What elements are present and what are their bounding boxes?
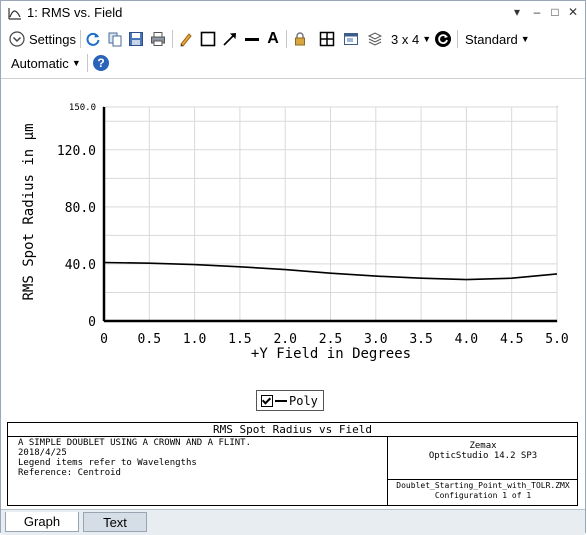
x-tick-label: 4.5 [500,332,523,347]
x-tick-label: 0 [100,332,108,347]
x-tick-label: 5.0 [545,332,568,347]
chart-legend[interactable]: Poly [256,390,324,411]
toolbar-separator [457,30,458,48]
legend-checkbox[interactable] [261,394,273,407]
rotate-icon[interactable] [433,29,453,49]
x-tick-label: 0.5 [138,332,161,347]
chevron-down-icon: ▼ [422,34,432,44]
line-icon[interactable] [242,29,262,49]
info-description: A SIMPLE DOUBLET USING A CROWN AND A FLI… [18,438,251,478]
info-line: Reference: Centroid [18,468,121,478]
toolbar-row-2: Automatic ▼ ? [1,50,585,76]
y-axis-label: RMS Spot Radius in µm [21,123,37,300]
legend-label: Poly [289,393,318,408]
lock-icon[interactable] [290,29,310,49]
close-button[interactable]: ✕ [565,4,581,20]
toolbar-separator [80,30,81,48]
svg-text:?: ? [97,56,104,70]
x-tick-label: 1.0 [183,332,206,347]
toolbar-separator [172,30,173,48]
text-tool-icon[interactable]: A [263,29,283,49]
style-dropdown[interactable]: Standard ▼ [465,29,530,49]
y-tick-label: 40.0 [65,258,96,273]
rectangle-icon[interactable] [198,29,218,49]
help-icon[interactable]: ? [91,53,111,73]
tab-text[interactable]: Text [83,512,147,532]
chevron-down-icon: ▼ [71,58,81,68]
maximize-button[interactable]: □ [547,4,563,20]
x-tick-label: 3.5 [409,332,432,347]
x-tick-label: 2.5 [319,332,342,347]
y-tick-label: 80.0 [65,201,96,216]
toolbar-separator [286,30,287,48]
layers-icon[interactable] [365,29,385,49]
y-tick-label: 0 [88,315,96,330]
rms-chart: 0 0.5 1.0 1.5 2.0 2.5 3.0 3.5 4.0 4.5 5.0 0 40.0 80.0… [21,103,569,362]
y-tick-label: 120.0 [57,144,96,159]
bottom-tab-bar: Graph Text [1,509,585,535]
minimize-button[interactable]: – [529,4,545,20]
chevron-down-icon: ▼ [520,34,530,44]
window-title: 1: RMS vs. Field [27,5,123,20]
info-version: OpticStudio 14.2 SP3 [428,451,538,461]
print-icon[interactable] [148,29,168,49]
x-tick-label: 4.0 [455,332,478,347]
scale-dropdown[interactable]: Automatic ▼ [11,53,81,73]
analysis-window: 1: RMS vs. Field ▾ – □ ✕ Settings A 3 x … [0,0,586,535]
toolbar: Settings A 3 x 4 ▼ Standard ▼ Automatic … [1,26,585,79]
info-line: 2018/4/25 [18,448,67,458]
info-file: Doublet_Starting_Point_with_TOLR.ZMX Con… [388,481,578,501]
x-tick-label: 2.0 [273,332,296,347]
arrow-icon[interactable] [220,29,240,49]
refresh-icon[interactable] [83,29,103,49]
autoscale-icon[interactable] [317,29,337,49]
x-axis-label: +Y Field in Degrees [251,346,411,362]
y-tick-label: 150.0 [69,103,96,113]
info-title: RMS Spot Radius vs Field [8,423,577,437]
tab-graph[interactable]: Graph [5,512,79,532]
info-line: A SIMPLE DOUBLET USING A CROWN AND A FLI… [18,438,251,448]
settings-label: Settings [29,31,76,47]
info-filename: Doublet_Starting_Point_with_TOLR.ZMX [396,481,570,490]
toolbar-row-1: Settings A 3 x 4 ▼ Standard ▼ [1,26,585,52]
legend-line-swatch [275,399,287,402]
layout-dropdown[interactable]: 3 x 4 ▼ [391,29,431,49]
chevron-down-circle-icon [9,31,25,47]
style-label: Standard [465,31,518,47]
info-vendor: Zemax [469,441,497,451]
info-configuration: Configuration 1 of 1 [434,491,532,500]
x-tick-label: 3.0 [364,332,387,347]
window-menu-button[interactable]: ▾ [509,4,525,20]
info-line: Legend items refer to Wavelengths [18,458,197,468]
info-divider [387,479,578,480]
settings-button[interactable]: Settings [9,29,76,49]
plot-info-box: RMS Spot Radius vs Field A SIMPLE DOUBLE… [7,422,578,506]
layout-label: 3 x 4 [391,31,420,47]
window-layout-icon[interactable] [341,29,361,49]
scale-label: Automatic [11,55,69,71]
title-bar: 1: RMS vs. Field ▾ – □ ✕ [1,1,585,25]
toolbar-separator [87,54,88,72]
pencil-icon[interactable] [176,29,196,49]
rms-plot-icon [8,8,21,20]
info-software: Zemax OpticStudio 14.2 SP3 [388,441,578,461]
copy-icon[interactable] [105,29,125,49]
x-tick-label: 1.5 [228,332,251,347]
save-icon[interactable] [126,29,146,49]
